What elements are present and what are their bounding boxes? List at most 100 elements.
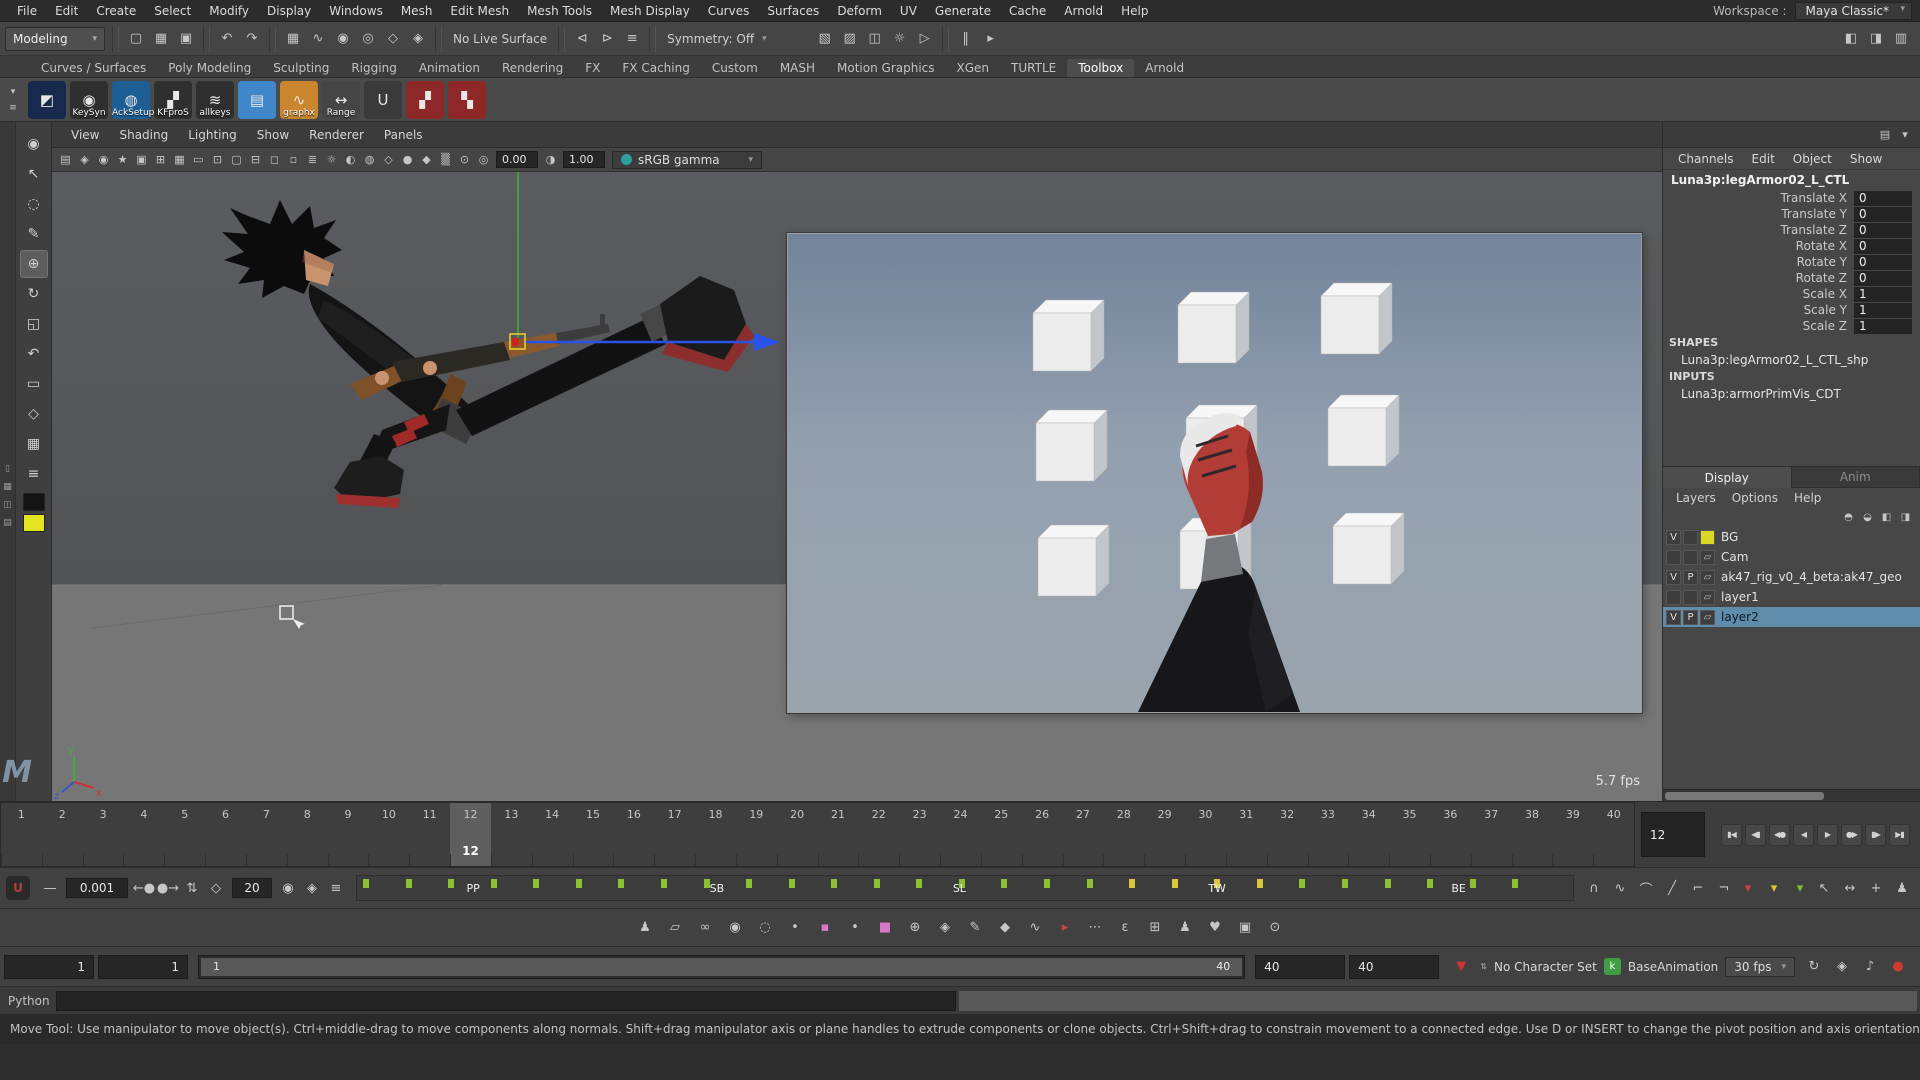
ao-toggle-icon[interactable]: ◍: [360, 150, 379, 169]
buffer-curve-red-icon[interactable]: ▾: [1736, 876, 1760, 900]
layer-playback-toggle[interactable]: [1683, 590, 1698, 605]
safe-title-icon[interactable]: ▫: [284, 150, 303, 169]
channel-box-menu-item[interactable]: Object: [1786, 151, 1839, 167]
channel-settings-icon[interactable]: ▾: [1896, 126, 1914, 144]
new-empty-layer-icon[interactable]: ◧: [1878, 509, 1895, 526]
workspace-select[interactable]: Maya Classic*: [1795, 2, 1912, 20]
color-swatch-black[interactable]: [23, 493, 45, 511]
menu-item[interactable]: UV: [891, 2, 926, 20]
shape-node-name[interactable]: Luna3p:legArmor02_L_CTL_shp: [1663, 352, 1920, 368]
menu-item[interactable]: Deform: [828, 2, 891, 20]
shadows-toggle-icon[interactable]: ◐: [341, 150, 360, 169]
attribute-label[interactable]: Rotate Z: [1663, 271, 1854, 285]
timeline-tick[interactable]: 30: [1185, 803, 1226, 866]
go-to-start-button[interactable]: ▮◀: [1721, 824, 1742, 846]
character-set-icon[interactable]: ♟: [635, 917, 656, 938]
clip-icon[interactable]: ▱: [665, 917, 686, 938]
gamma-field[interactable]: 1.00: [563, 151, 605, 168]
layer-move-up-icon[interactable]: ◓: [1840, 509, 1857, 526]
input-connections-icon[interactable]: ⊲: [570, 27, 594, 51]
layer-color-swatch[interactable]: ▱: [1700, 570, 1715, 585]
shelf-tab[interactable]: FX Caching: [611, 59, 700, 77]
select-key-cursor-icon[interactable]: ↖: [1812, 876, 1836, 900]
shelf-tab[interactable]: Animation: [408, 59, 491, 77]
keyframe-strip[interactable]: PPSBSLTWBE: [356, 875, 1574, 901]
shelf-tab[interactable]: FX: [574, 59, 611, 77]
attribute-label[interactable]: Rotate X: [1663, 239, 1854, 253]
hud-toggle-icon[interactable]: ≣: [303, 150, 322, 169]
timeline-tick[interactable]: 9: [328, 803, 369, 866]
auto-key-icon[interactable]: ◉: [276, 876, 300, 900]
timeline-tick[interactable]: 27: [1063, 803, 1104, 866]
timeline-tick[interactable]: 5: [164, 803, 205, 866]
panel-layout-single-icon[interactable]: ▯: [1, 462, 15, 476]
animation-start-field[interactable]: 1: [4, 955, 94, 979]
layer-editor-menu-item[interactable]: Help: [1787, 491, 1828, 505]
input-node-name[interactable]: Luna3p:armorPrimVis_CDT: [1663, 386, 1920, 402]
keyframe-mark[interactable]: [1129, 879, 1135, 888]
key-ticks-icon[interactable]: ⇅: [180, 876, 204, 900]
timeline-tick[interactable]: 25: [981, 803, 1022, 866]
attribute-label[interactable]: Scale X: [1663, 287, 1854, 301]
insert-key-icon[interactable]: +: [1864, 876, 1888, 900]
viewport-menu-item[interactable]: Lighting: [179, 126, 246, 144]
keyframe-mark[interactable]: [1172, 879, 1178, 888]
menu-set-select[interactable]: Modeling ▾: [5, 27, 105, 51]
layer-playback-toggle[interactable]: P: [1683, 570, 1698, 585]
shelf-tab[interactable]: Toolbox: [1067, 59, 1134, 77]
attribute-label[interactable]: Translate Z: [1663, 223, 1854, 237]
keyframe-mark[interactable]: [1299, 879, 1305, 888]
timeline-tick[interactable]: 29: [1144, 803, 1185, 866]
shaded-mode-icon[interactable]: ●: [398, 150, 417, 169]
menu-item[interactable]: Edit Mesh: [441, 2, 518, 20]
cube-display-icon[interactable]: ▣: [1235, 917, 1256, 938]
channel-box-menu-item[interactable]: Channels: [1671, 151, 1741, 167]
outliner-toggle-icon[interactable]: ▤: [1, 516, 15, 530]
animation-end-field[interactable]: 40: [1349, 955, 1439, 979]
shelf-tab[interactable]: Sculpting: [262, 59, 340, 77]
paint-select-tool-icon[interactable]: ✎: [20, 220, 48, 248]
timeline-tick[interactable]: 20: [777, 803, 818, 866]
render-current-frame-icon[interactable]: ▨: [838, 27, 862, 51]
pencil-edit-icon[interactable]: ✎: [965, 917, 986, 938]
image-plane-icon[interactable]: ▣: [132, 150, 151, 169]
curve-tool-icon[interactable]: ∿: [1025, 917, 1046, 938]
output-connections-icon[interactable]: ⊳: [595, 27, 619, 51]
anim-layer-icon[interactable]: k: [1604, 958, 1621, 975]
buffer-curve-yellow-icon[interactable]: ▾: [1762, 876, 1786, 900]
layer-visibility-toggle[interactable]: [1666, 550, 1681, 565]
shelf-tab[interactable]: TURTLE: [1000, 59, 1067, 77]
retime-tool-icon[interactable]: ◆: [995, 917, 1016, 938]
playback-start-field[interactable]: 1: [98, 955, 188, 979]
spline-tangent-icon[interactable]: ∿: [1608, 876, 1632, 900]
layer-name[interactable]: layer1: [1717, 590, 1759, 604]
timeline-tick[interactable]: 1: [1, 803, 42, 866]
timeline-ruler[interactable]: 12 1234567891011121314151617181920212223…: [0, 802, 1635, 867]
color-swatch-yellow[interactable]: [23, 514, 45, 532]
timeline-tick[interactable]: 26: [1022, 803, 1063, 866]
dot-separator-icon-2[interactable]: •: [845, 917, 866, 938]
timeline-tick[interactable]: 28: [1103, 803, 1144, 866]
snap-to-curve-icon[interactable]: ∿: [306, 27, 330, 51]
key-snap-field[interactable]: 20: [232, 878, 272, 898]
shelf-item-graphx[interactable]: ∿ graphx: [280, 81, 318, 119]
timeline-tick[interactable]: 4: [123, 803, 164, 866]
plateau-tangent-icon[interactable]: ¬: [1712, 876, 1736, 900]
retime-keys-icon[interactable]: ↔: [1838, 876, 1862, 900]
playback-speed-field[interactable]: 0.001: [66, 878, 128, 898]
snap-to-projected-center-icon[interactable]: ◎: [356, 27, 380, 51]
more-options-icon[interactable]: ⋯: [1085, 917, 1106, 938]
attribute-value-field[interactable]: 0: [1854, 239, 1912, 254]
select-camera-icon[interactable]: ▤: [56, 150, 75, 169]
layer-color-swatch[interactable]: [1700, 530, 1715, 545]
bookmark-icon[interactable]: ▼: [1449, 955, 1473, 979]
timeline-tick[interactable]: 10: [368, 803, 409, 866]
keyframe-mark[interactable]: [831, 879, 837, 888]
keyframe-mark[interactable]: [1342, 879, 1348, 888]
attribute-value-field[interactable]: 0: [1854, 271, 1912, 286]
keyframe-mark[interactable]: [363, 879, 369, 888]
menu-item[interactable]: Help: [1112, 2, 1157, 20]
key-marker-pink-icon[interactable]: ▪: [815, 917, 836, 938]
playback-end-field[interactable]: 40: [1255, 955, 1345, 979]
attribute-value-field[interactable]: 1: [1854, 319, 1912, 334]
